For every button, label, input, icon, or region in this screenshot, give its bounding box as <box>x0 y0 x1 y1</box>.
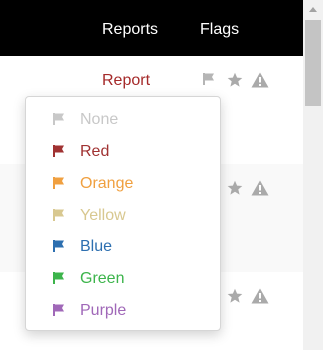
flag-option-label: Red <box>80 143 110 160</box>
column-header-flags[interactable]: Flags <box>200 21 239 39</box>
flag-option-label: Orange <box>80 175 134 192</box>
flag-icon <box>52 144 66 163</box>
star-icon[interactable] <box>227 180 243 201</box>
flag-option-purple[interactable]: Purple <box>26 295 220 325</box>
flag-option-label: Purple <box>80 302 127 319</box>
flag-icon <box>52 208 66 227</box>
flag-option-yellow[interactable]: Yellow <box>26 200 220 230</box>
flag-option-label: Blue <box>80 238 113 255</box>
flag-color-dropdown: None Red Orange Yellow Blue Green Purple <box>25 96 221 331</box>
flag-option-green[interactable]: Green <box>26 263 220 293</box>
flag-icon <box>52 239 66 258</box>
column-header-reports[interactable]: Reports <box>102 21 158 39</box>
warning-icon[interactable] <box>251 72 269 93</box>
flag-option-none[interactable]: None <box>26 104 220 134</box>
flag-option-label: Green <box>80 270 125 287</box>
flag-icon[interactable] <box>202 72 216 91</box>
flag-option-orange[interactable]: Orange <box>26 168 220 198</box>
flag-option-blue[interactable]: Blue <box>26 231 220 261</box>
warning-icon[interactable] <box>251 180 269 201</box>
flag-option-label: None <box>80 111 119 128</box>
vertical-scrollbar[interactable] <box>303 0 323 350</box>
report-link[interactable]: Report <box>102 72 150 90</box>
star-icon[interactable] <box>227 288 243 309</box>
table-header: Reports Flags <box>0 0 303 56</box>
flag-icon <box>52 112 66 131</box>
flag-icon <box>52 176 66 195</box>
scrollbar-thumb[interactable] <box>305 20 321 106</box>
flag-option-label: Yellow <box>80 207 126 224</box>
star-icon[interactable] <box>227 72 243 93</box>
warning-icon[interactable] <box>251 288 269 309</box>
flag-icon <box>52 271 66 290</box>
scroll-up-arrow-icon[interactable] <box>303 0 323 20</box>
flag-icon <box>52 303 66 322</box>
flag-option-red[interactable]: Red <box>26 136 220 166</box>
